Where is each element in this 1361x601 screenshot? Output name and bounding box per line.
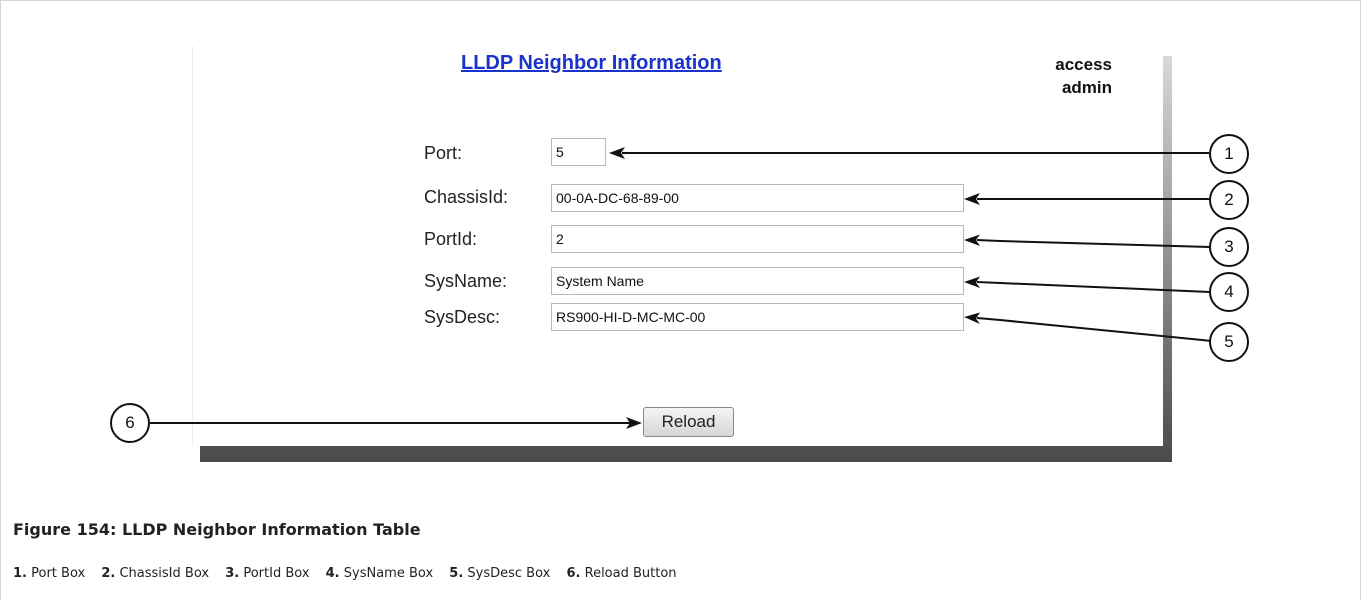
legend-item: 2. ChassisId Box [101, 566, 210, 581]
callout-5: 5 [1209, 322, 1249, 362]
arrow-line-5 [976, 317, 1213, 342]
callout-4: 4 [1209, 272, 1249, 312]
legend-item: 6. Reload Button [566, 566, 677, 581]
legend-item: 3. PortId Box [225, 566, 310, 581]
callout-1: 1 [1209, 134, 1249, 174]
legend-item: 5. SysDesc Box [449, 566, 551, 581]
callout-3: 3 [1209, 227, 1249, 267]
arrow-line-3 [976, 239, 1211, 248]
figure-legend: 1. Port Box 2. ChassisId Box 3. PortId B… [13, 566, 689, 581]
legend-item: 1. Port Box [13, 566, 86, 581]
arrow-line-4 [976, 281, 1211, 293]
callout-6: 6 [110, 403, 150, 443]
figure-caption: Figure 154: LLDP Neighbor Information Ta… [13, 520, 421, 539]
callout-2: 2 [1209, 180, 1249, 220]
legend-item: 4. SysName Box [325, 566, 434, 581]
callout-arrows [150, 147, 1213, 429]
